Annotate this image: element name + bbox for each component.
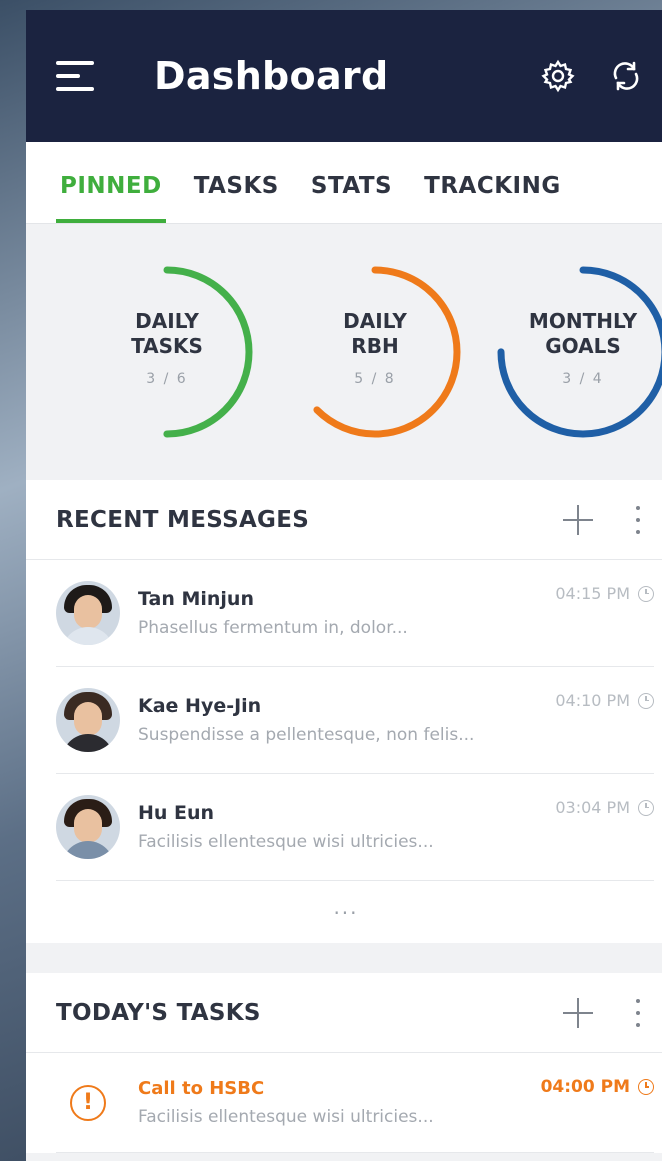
ring-value: 3 / 4 [562,371,604,387]
ring-daily-tasks[interactable]: DAILY TASKS 3 / 6 [78,263,256,441]
sync-icon[interactable] [606,56,646,96]
ring-label: DAILY RBH [343,309,407,358]
recent-messages-card: RECENT MESSAGES Tan Minjun Phasellus fer… [26,480,662,943]
tab-stats[interactable]: STATS [307,173,396,223]
ring-monthly-goals[interactable]: MONTHLY GOALS 3 / 4 [494,263,662,441]
message-preview: Phasellus fermentum in, dolor... [138,618,408,638]
message-preview: Suspendisse a pellentesque, non felis... [138,725,475,745]
task-subtitle: Facilisis ellentesque wisi ultricies... [138,1107,434,1127]
message-sender: Hu Eun [138,802,215,824]
todays-tasks-card: TODAY'S TASKS ! Call to HSBC Facilisis e… [26,973,662,1153]
ring-label: MONTHLY GOALS [528,309,638,358]
more-vertical-icon[interactable] [628,995,648,1031]
gear-icon[interactable] [538,56,578,96]
page-title: Dashboard [154,54,389,98]
message-item[interactable]: Kae Hye-Jin Suspendisse a pellentesque, … [56,667,654,774]
avatar [56,581,120,645]
clock-icon [638,799,654,816]
clock-icon [638,1079,654,1095]
message-time: 04:10 PM [555,691,630,710]
task-time: 04:00 PM [540,1077,630,1097]
app-screen: Dashboard PINNED TASKS STATS TRACKING DA… [26,10,662,1161]
message-sender: Kae Hye-Jin [138,695,262,717]
alert-icon: ! [70,1084,106,1121]
avatar [56,688,120,752]
more-vertical-icon[interactable] [628,502,648,538]
ring-label: DAILY TASKS [131,309,203,358]
clock-icon [638,692,654,709]
message-sender: Tan Minjun [138,588,254,610]
tab-tasks[interactable]: TASKS [190,173,283,223]
message-time: 03:04 PM [555,798,630,817]
message-item[interactable]: Tan Minjun Phasellus fermentum in, dolor… [56,560,654,667]
task-title: Call to HSBC [138,1078,265,1099]
clock-icon [638,585,654,602]
tab-pinned[interactable]: PINNED [56,173,166,223]
avatar [56,795,120,859]
progress-rings: DAILY TASKS 3 / 6 DAILY RBH 5 / 8 MONTHL… [26,224,662,480]
message-time: 04:15 PM [555,584,630,603]
card-header: TODAY'S TASKS [26,973,662,1053]
tab-tracking[interactable]: TRACKING [420,173,565,223]
tab-bar: PINNED TASKS STATS TRACKING [26,142,662,224]
card-title: TODAY'S TASKS [56,999,261,1026]
more-messages-button[interactable]: ... [26,881,662,943]
task-item[interactable]: ! Call to HSBC Facilisis ellentesque wis… [56,1053,654,1153]
app-bar: Dashboard [26,10,662,142]
plus-icon[interactable] [560,502,596,538]
card-title: RECENT MESSAGES [56,506,310,533]
plus-icon[interactable] [560,995,596,1031]
message-preview: Facilisis ellentesque wisi ultricies... [138,832,434,852]
message-item[interactable]: Hu Eun Facilisis ellentesque wisi ultric… [56,774,654,881]
ring-daily-rbh[interactable]: DAILY RBH 5 / 8 [286,263,464,441]
card-header: RECENT MESSAGES [26,480,662,560]
hamburger-menu-icon[interactable] [56,61,94,91]
ring-value: 5 / 8 [354,371,396,387]
ring-value: 3 / 6 [146,371,188,387]
